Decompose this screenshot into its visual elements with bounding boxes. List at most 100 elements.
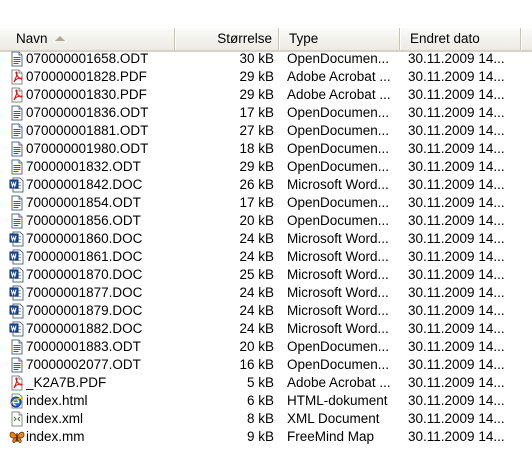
file-row[interactable]: 070000001836.ODT 17 kB OpenDocumen... 30.11… [0,104,532,122]
file-type: OpenDocumen... [287,51,390,66]
freemind-map-icon [9,429,25,445]
file-name: 070000001658.ODT [26,51,149,66]
file-name: 070000001980.ODT [26,141,149,156]
file-type: OpenDocumen... [287,339,390,354]
file-type: Adobe Acrobat ... [287,87,391,102]
file-row[interactable]: 070000001881.ODT 27 kB OpenDocumen... 30.11… [0,122,532,140]
file-type: OpenDocumen... [287,213,390,228]
file-modified-date: 30.11.2009 14... [408,69,505,84]
file-modified-date: 30.11.2009 14... [408,375,505,390]
word-document-icon [9,267,25,283]
file-size: 17 kB [239,195,274,210]
file-type: Microsoft Word... [287,249,389,264]
pdf-document-icon [9,69,25,85]
odt-document-icon [9,195,25,211]
file-row[interactable]: 070000001980.ODT 18 kB OpenDocumen... 30.11… [0,140,532,158]
sort-ascending-icon [54,36,65,41]
file-row[interactable]: 70000001877.DOC 24 kB Microsoft Word... 30.… [0,284,532,302]
file-row[interactable]: 70000001854.ODT 17 kB OpenDocumen... 30.11.… [0,194,532,212]
file-row[interactable]: index.html 6 kB HTML-dokument 30.11.2009 14… [0,392,532,410]
file-size: 24 kB [239,231,274,246]
file-row[interactable]: 70000001861.DOC 24 kB Microsoft Word... 30.… [0,248,532,266]
file-size: 5 kB [246,375,274,390]
column-header-name[interactable]: Navn [0,28,175,50]
file-type: Microsoft Word... [287,285,389,300]
word-document-icon [9,231,25,247]
file-modified-date: 30.11.2009 14... [408,195,505,210]
file-row[interactable]: 070000001658.ODT 30 kB OpenDocumen... 30.11… [0,50,532,68]
file-size: 20 kB [239,213,274,228]
file-modified-date: 30.11.2009 14... [408,249,505,264]
file-row[interactable]: 70000001870.DOC 25 kB Microsoft Word... 30.… [0,266,532,284]
odt-document-icon [9,357,25,373]
file-row[interactable]: 70000001860.DOC 24 kB Microsoft Word... 30.… [0,230,532,248]
column-header-type-label: Type [289,31,319,46]
word-document-icon [9,249,25,265]
file-modified-date: 30.11.2009 14... [408,285,505,300]
file-size: 20 kB [239,339,274,354]
file-size: 16 kB [239,357,274,372]
word-document-icon [9,303,25,319]
file-row[interactable]: 070000001830.PDF 29 kB Adobe Acrobat ... 30… [0,86,532,104]
file-name: 70000001877.DOC [26,285,143,300]
odt-document-icon [9,159,25,175]
file-row[interactable]: 070000001828.PDF 29 kB Adobe Acrobat ... 30… [0,68,532,86]
file-size: 29 kB [239,69,274,84]
file-name: _K2A7B.PDF [26,375,107,390]
file-name: 070000001828.PDF [26,69,147,84]
odt-document-icon [9,213,25,229]
file-row[interactable]: _K2A7B.PDF 5 kB Adobe Acrobat ... 30.11.200… [0,374,532,392]
file-row[interactable]: 70000001879.DOC 24 kB Microsoft Word... 30.… [0,302,532,320]
column-header-bar: Navn Størrelse Type Endret dato [0,28,532,52]
column-header-filler [522,28,532,50]
file-modified-date: 30.11.2009 14... [408,87,505,102]
file-type: OpenDocumen... [287,123,390,138]
file-row[interactable]: 70000001842.DOC 26 kB Microsoft Word... 30.… [0,176,532,194]
file-row[interactable]: 70000001856.ODT 20 kB OpenDocumen... 30.11.… [0,212,532,230]
file-size: 24 kB [239,321,274,336]
file-name: 70000001861.DOC [26,249,143,264]
file-row[interactable]: 70000001883.ODT 20 kB OpenDocumen... 30.11.… [0,338,532,356]
file-size: 29 kB [239,87,274,102]
file-row[interactable]: 70000001882.DOC 24 kB Microsoft Word... 30.… [0,320,532,338]
odt-document-icon [9,339,25,355]
file-modified-date: 30.11.2009 14... [408,411,505,426]
file-type: Microsoft Word... [287,321,389,336]
html-document-icon [9,393,25,409]
pdf-document-icon [9,375,25,391]
file-modified-date: 30.11.2009 14... [408,393,505,408]
file-modified-date: 30.11.2009 14... [408,303,505,318]
file-type: OpenDocumen... [287,357,390,372]
file-size: 27 kB [239,123,274,138]
file-name: index.html [26,393,88,408]
file-size: 24 kB [239,303,274,318]
file-name: 70000001882.DOC [26,321,143,336]
word-document-icon [9,321,25,337]
file-row[interactable]: index.xml 8 kB XML Document 30.11.2009 14..… [0,410,532,428]
file-type: HTML-dokument [287,393,388,408]
word-document-icon [9,177,25,193]
column-header-type[interactable]: Type [280,28,400,50]
file-name: 070000001836.ODT [26,105,149,120]
file-row[interactable]: 70000002077.ODT 16 kB OpenDocumen... 30.11.… [0,356,532,374]
column-header-date-label: Endret dato [410,31,480,46]
file-row[interactable]: index.mm 9 kB FreeMind Map 30.11.2009 14... [0,428,532,446]
file-size: 29 kB [239,159,274,174]
file-type: Microsoft Word... [287,177,389,192]
file-name: 070000001881.ODT [26,123,149,138]
file-name: 70000002077.ODT [26,357,141,372]
file-name: 70000001879.DOC [26,303,143,318]
odt-document-icon [9,51,25,67]
file-modified-date: 30.11.2009 14... [408,159,505,174]
file-modified-date: 30.11.2009 14... [408,429,505,444]
file-modified-date: 30.11.2009 14... [408,123,505,138]
file-list: 070000001658.ODT 30 kB OpenDocumen... 30.11… [0,50,532,446]
column-header-date[interactable]: Endret dato [401,28,521,50]
file-type: OpenDocumen... [287,105,390,120]
file-name: 070000001830.PDF [26,87,147,102]
pdf-document-icon [9,87,25,103]
file-row[interactable]: 70000001832.ODT 29 kB OpenDocumen... 30.11.… [0,158,532,176]
file-size: 18 kB [239,141,274,156]
column-header-size[interactable]: Størrelse [176,28,279,50]
xml-document-icon [9,411,25,427]
